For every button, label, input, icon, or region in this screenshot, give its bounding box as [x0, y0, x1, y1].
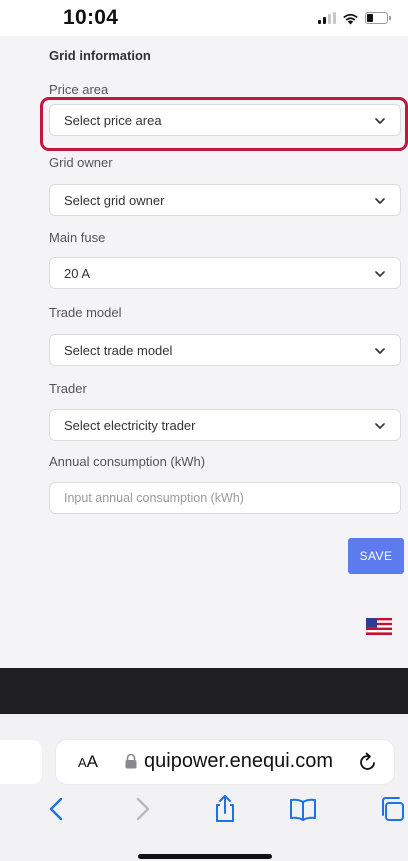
status-icons — [318, 9, 391, 27]
wifi-icon — [343, 13, 358, 24]
tabs-icon[interactable] — [378, 794, 408, 824]
trade-model-label: Trade model — [49, 305, 122, 320]
lock-icon — [125, 753, 137, 769]
grid-information-form: Grid information Price area Select price… — [0, 36, 408, 668]
status-time: 10:04 — [63, 6, 119, 29]
section-title: Grid information — [49, 48, 151, 63]
grid-owner-value: Select grid owner — [64, 193, 165, 208]
reader-settings-button[interactable]: AA — [78, 752, 98, 772]
chevron-down-icon — [375, 348, 385, 354]
bookmarks-icon[interactable] — [288, 794, 318, 824]
price-area-highlight — [40, 97, 408, 151]
reload-icon[interactable] — [357, 751, 379, 773]
address-bar[interactable]: AA quipower.enequi.com — [56, 740, 394, 784]
chevron-down-icon — [375, 271, 385, 277]
main-fuse-value: 20 A — [64, 266, 91, 281]
status-bar: 10:04 — [0, 0, 408, 36]
price-area-label: Price area — [49, 82, 109, 97]
chevron-down-icon — [375, 198, 385, 204]
home-indicator — [138, 854, 272, 859]
annual-consumption-input[interactable] — [49, 482, 401, 514]
chevron-down-icon — [375, 423, 385, 429]
main-fuse-label: Main fuse — [49, 230, 106, 245]
trade-model-value: Select trade model — [64, 343, 173, 358]
grid-owner-label: Grid owner — [49, 155, 113, 170]
trade-model-select[interactable]: Select trade model — [49, 334, 401, 366]
battery-icon — [365, 12, 391, 24]
trader-label: Trader — [49, 381, 87, 396]
url-text: quipower.enequi.com — [144, 750, 334, 772]
forward-icon[interactable] — [127, 794, 157, 824]
trader-select[interactable]: Select electricity trader — [49, 409, 401, 441]
main-fuse-select[interactable]: 20 A — [49, 257, 401, 289]
save-button[interactable]: SAVE — [348, 538, 404, 574]
signal-icon — [318, 12, 336, 24]
back-icon[interactable] — [42, 794, 72, 824]
share-icon[interactable] — [210, 794, 240, 824]
previous-tab-edge[interactable] — [0, 740, 42, 784]
grid-owner-select[interactable]: Select grid owner — [49, 184, 401, 216]
trader-value: Select electricity trader — [64, 418, 196, 433]
us-flag-icon[interactable] — [366, 618, 392, 635]
browser-toolbar: AA quipower.enequi.com — [0, 714, 408, 861]
annual-consumption-label: Annual consumption (kWh) — [49, 454, 206, 469]
page-footer-band — [0, 668, 408, 714]
